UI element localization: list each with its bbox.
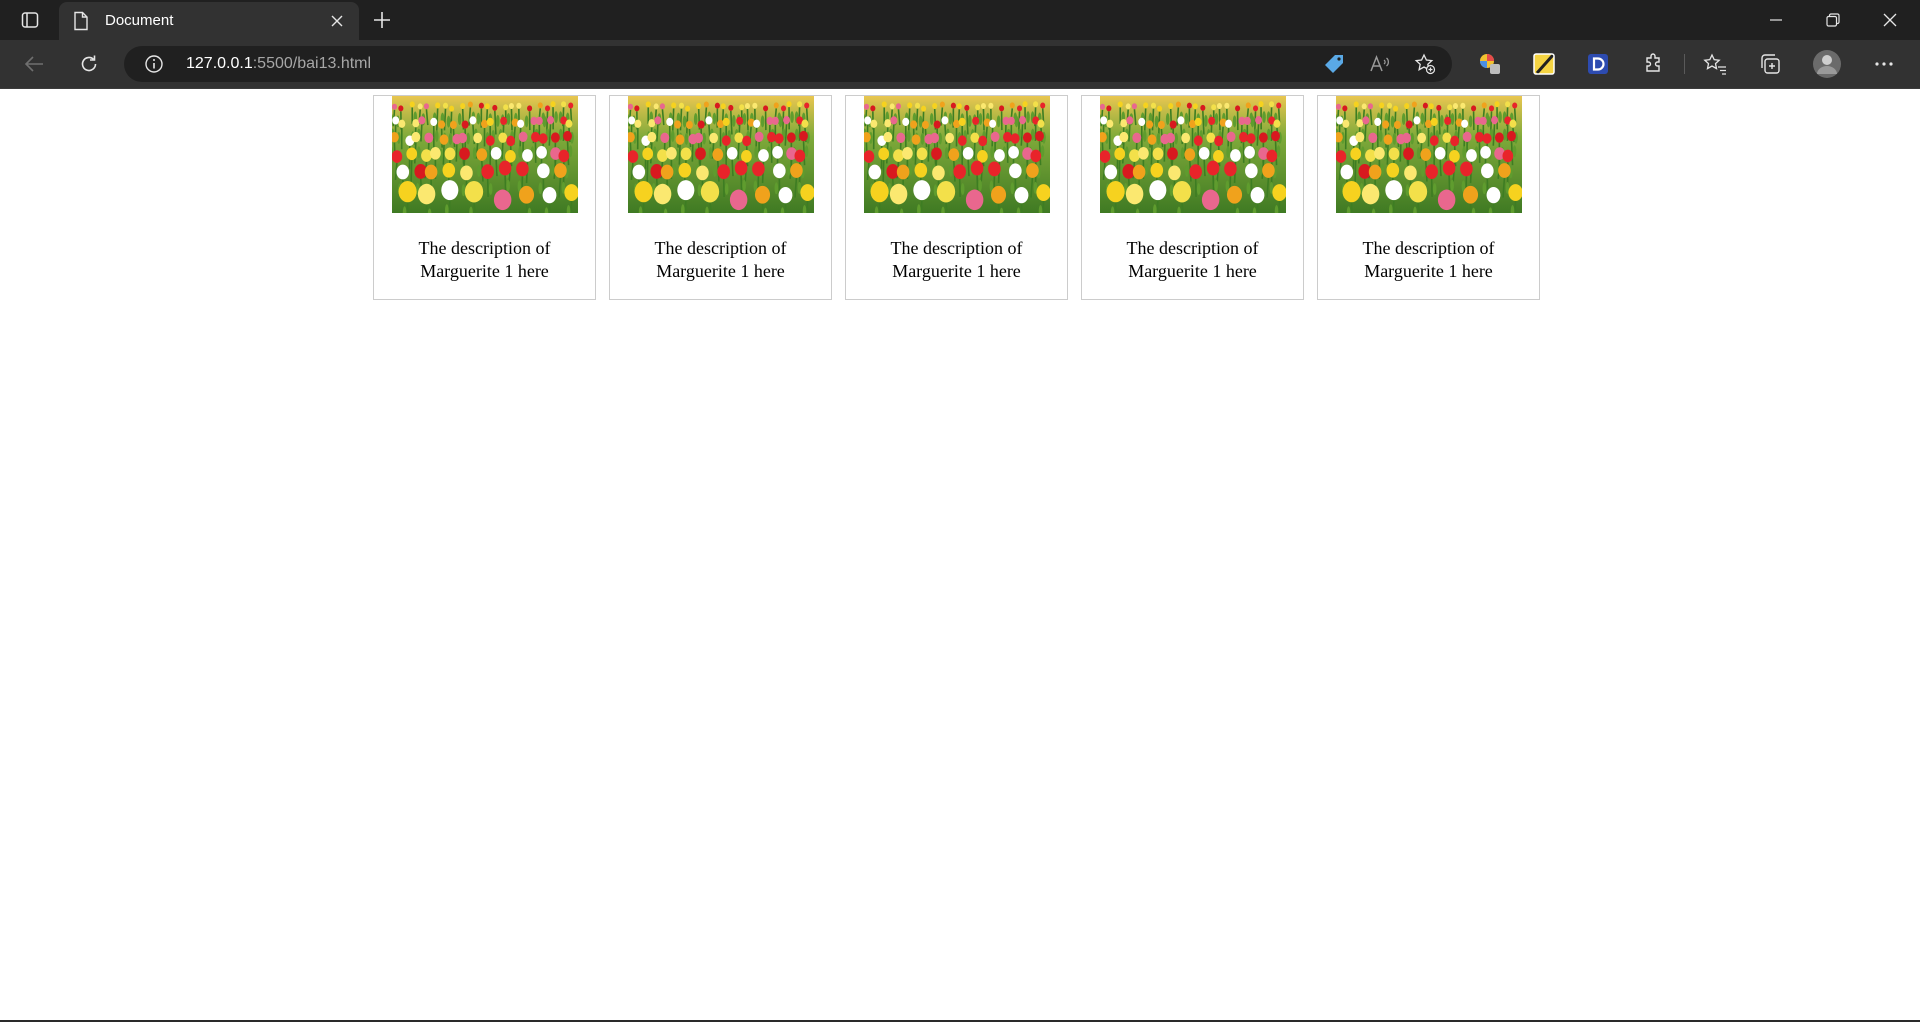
address-bar[interactable]: 127.0.0.1:5500/bai13.html bbox=[124, 46, 1452, 82]
tab-actions-icon bbox=[21, 12, 39, 28]
gallery-card: The description of Marguerite 1 here bbox=[609, 95, 832, 300]
collections-icon bbox=[1761, 54, 1780, 74]
refresh-button[interactable] bbox=[71, 46, 107, 82]
read-aloud-button[interactable] bbox=[1366, 50, 1394, 78]
tag-icon bbox=[1325, 55, 1343, 73]
close-window-button[interactable] bbox=[1862, 0, 1918, 40]
notes-extension-icon bbox=[1533, 53, 1555, 75]
extensions-button[interactable] bbox=[1636, 46, 1672, 82]
extension-notes-button[interactable] bbox=[1526, 46, 1562, 82]
url-path: :5500/bai13.html bbox=[252, 55, 372, 72]
gallery-card: The description of Marguerite 1 here bbox=[373, 95, 596, 300]
gallery-card: The description of Marguerite 1 here bbox=[1081, 95, 1304, 300]
back-arrow-icon bbox=[24, 56, 43, 72]
extension-d-button[interactable] bbox=[1580, 46, 1616, 82]
color-picker-extension-icon bbox=[1480, 54, 1500, 74]
gallery-description: The description of Marguerite 1 here bbox=[1362, 238, 1495, 281]
gallery-description: The description of Marguerite 1 here bbox=[1126, 238, 1259, 281]
d-extension-icon bbox=[1588, 54, 1608, 74]
page-viewport: The description of Marguerite 1 here The… bbox=[0, 89, 1920, 1020]
url-text[interactable]: 127.0.0.1:5500/bai13.html bbox=[186, 55, 371, 73]
new-tab-button[interactable] bbox=[366, 4, 398, 36]
browser-toolbar: 127.0.0.1:5500/bai13.html bbox=[0, 40, 1920, 89]
read-aloud-icon bbox=[1370, 54, 1390, 72]
restore-icon bbox=[1826, 13, 1840, 27]
restore-button[interactable] bbox=[1805, 0, 1861, 40]
minimize-icon bbox=[1770, 19, 1782, 21]
gallery: The description of Marguerite 1 here The… bbox=[373, 95, 1540, 300]
gallery-card: The description of Marguerite 1 here bbox=[1317, 95, 1540, 300]
back-button[interactable] bbox=[16, 46, 52, 82]
info-icon[interactable] bbox=[144, 54, 164, 74]
gallery-description: The description of Marguerite 1 here bbox=[654, 238, 787, 281]
gallery-description: The description of Marguerite 1 here bbox=[418, 238, 551, 281]
close-window-icon bbox=[1883, 13, 1897, 27]
tulip-field-image[interactable] bbox=[863, 96, 1050, 213]
toolbar-separator bbox=[1684, 54, 1685, 74]
more-button[interactable] bbox=[1866, 46, 1902, 82]
close-icon bbox=[331, 15, 343, 27]
document-icon bbox=[74, 11, 88, 31]
favorites-button[interactable] bbox=[1697, 46, 1733, 82]
tulip-field-image[interactable] bbox=[1099, 96, 1286, 213]
collections-button[interactable] bbox=[1752, 46, 1788, 82]
refresh-icon bbox=[81, 55, 97, 72]
favorites-icon bbox=[1703, 53, 1726, 75]
browser-tab-bar: Document bbox=[0, 0, 1920, 40]
profile-button[interactable] bbox=[1809, 46, 1845, 82]
url-host: 127.0.0.1 bbox=[186, 55, 253, 72]
tulip-field-image[interactable] bbox=[627, 96, 814, 213]
add-favorite-icon bbox=[1414, 53, 1436, 75]
tulip-field-image[interactable] bbox=[391, 96, 578, 213]
shopping-button[interactable] bbox=[1320, 50, 1348, 78]
tulip-field-image[interactable] bbox=[1335, 96, 1522, 213]
extension-color-button[interactable] bbox=[1472, 46, 1508, 82]
more-icon bbox=[1875, 62, 1893, 66]
tab-title: Document bbox=[105, 12, 174, 29]
avatar bbox=[1813, 50, 1841, 78]
tab-actions-button[interactable] bbox=[10, 4, 50, 36]
puzzle-icon bbox=[1646, 53, 1660, 72]
add-favorite-button[interactable] bbox=[1411, 50, 1439, 78]
tab-document[interactable]: Document bbox=[59, 2, 359, 40]
tab-close-button[interactable] bbox=[323, 7, 351, 35]
minimize-button[interactable] bbox=[1748, 0, 1804, 40]
gallery-description: The description of Marguerite 1 here bbox=[890, 238, 1023, 281]
gallery-card: The description of Marguerite 1 here bbox=[845, 95, 1068, 300]
plus-icon bbox=[374, 12, 390, 28]
